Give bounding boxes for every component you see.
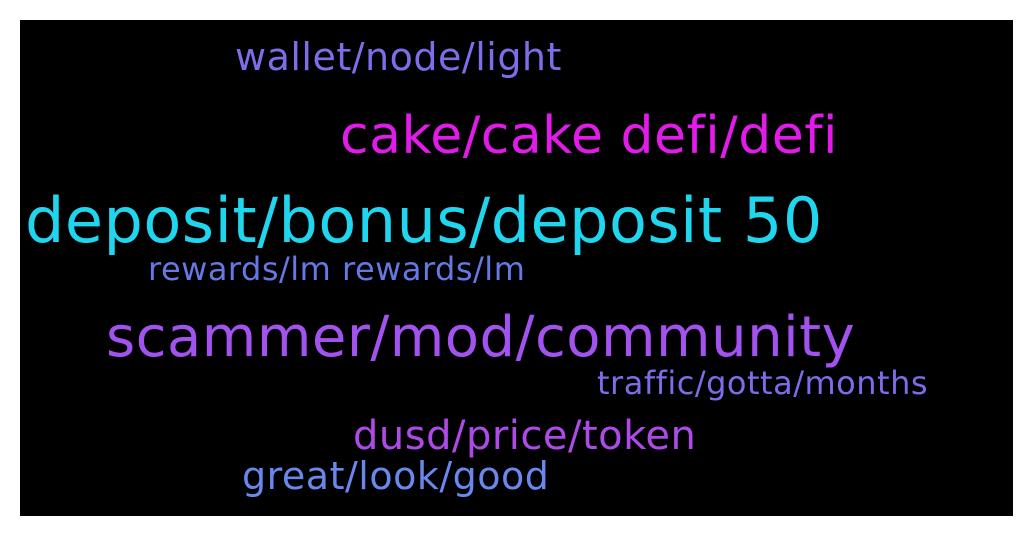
word-wallet-node-light: wallet/node/light [235,35,562,79]
word-cake-defi: cake/cake defi/defi [340,106,838,166]
word-deposit-bonus: deposit/bonus/deposit 50 [25,184,823,257]
word-cloud-canvas: wallet/node/light cake/cake defi/defi de… [20,20,1013,516]
word-dusd-price-token: dusd/price/token [353,413,697,459]
word-rewards-lm: rewards/lm rewards/lm [148,250,526,288]
word-traffic-gotta-months: traffic/gotta/months [597,364,929,402]
word-scammer-mod-community: scammer/mod/community [106,305,856,370]
word-great-look-good: great/look/good [242,454,550,498]
